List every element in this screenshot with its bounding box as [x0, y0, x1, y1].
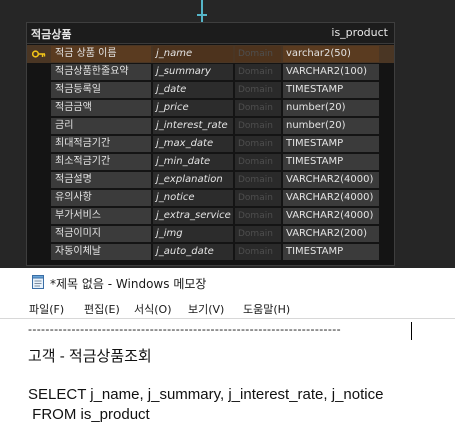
column-domain: Domain	[235, 82, 281, 98]
entity-row[interactable]: 자동이체날 j_auto_date Domain TIMESTAMP	[27, 243, 394, 261]
row-marker	[27, 190, 51, 206]
column-physical-name: j_name	[153, 46, 233, 62]
entity-row[interactable]: 부가서비스 j_extra_service Domain VARCHAR2(4000)	[27, 207, 394, 225]
column-logical-name: 적금이미지	[51, 226, 151, 242]
menu-help[interactable]: 도움말(H)	[243, 301, 290, 317]
entity-row[interactable]: 적금등록일 j_date Domain TIMESTAMP	[27, 81, 394, 99]
entity-row[interactable]: 유의사항 j_notice Domain VARCHAR2(4000)	[27, 189, 394, 207]
column-physical-name: j_auto_date	[153, 244, 233, 260]
column-physical-name: j_price	[153, 100, 233, 116]
column-data-type: number(20)	[283, 118, 379, 134]
notepad-title: *제목 없음 - Windows 메모장	[50, 277, 207, 291]
entity-is-product[interactable]: 적금상품 is_product 적금 상품 이름 j_name Domain varc…	[26, 22, 395, 266]
menu-format[interactable]: 서식(O)	[134, 301, 171, 317]
notepad-menubar: 파일(F) 편집(E) 서식(O) 보기(V) 도움말(H)	[0, 296, 455, 318]
entity-row[interactable]: 적금설명 j_explanation Domain VARCHAR2(4000)	[27, 171, 394, 189]
text-caret	[411, 322, 412, 340]
column-domain: Domain	[235, 244, 281, 260]
column-domain: Domain	[235, 118, 281, 134]
row-marker	[27, 100, 51, 116]
column-logical-name: 부가서비스	[51, 208, 151, 224]
column-domain: Domain	[235, 226, 281, 242]
row-marker	[27, 118, 51, 134]
notepad-window: *제목 없음 - Windows 메모장 파일(F) 편집(E) 서식(O) 보…	[0, 268, 455, 437]
column-logical-name: 적금 상품 이름	[51, 46, 151, 62]
notepad-icon	[32, 275, 44, 289]
column-physical-name: j_date	[153, 82, 233, 98]
menu-view[interactable]: 보기(V)	[188, 301, 224, 317]
column-domain: Domain	[235, 172, 281, 188]
row-marker	[27, 208, 51, 224]
column-domain: Domain	[235, 208, 281, 224]
relationship-line-marker	[197, 14, 207, 16]
entity-row[interactable]: 금리 j_interest_rate Domain number(20)	[27, 117, 394, 135]
notepad-text-area[interactable]: ----------------------------------------…	[0, 318, 455, 437]
column-domain: Domain	[235, 154, 281, 170]
column-physical-name: j_interest_rate	[153, 118, 233, 134]
column-physical-name: j_max_date	[153, 136, 233, 152]
erd-canvas: 적금상품 is_product 적금 상품 이름 j_name Domain varc…	[0, 0, 455, 268]
entity-row[interactable]: 최소적금기간 j_min_date Domain TIMESTAMP	[27, 153, 394, 171]
column-physical-name: j_extra_service	[153, 208, 233, 224]
column-domain: Domain	[235, 46, 281, 62]
menu-file[interactable]: 파일(F)	[29, 301, 64, 317]
row-marker	[27, 136, 51, 152]
column-physical-name: j_summary	[153, 64, 233, 80]
column-data-type: VARCHAR2(4000)	[283, 172, 379, 188]
column-data-type: TIMESTAMP	[283, 82, 379, 98]
column-domain: Domain	[235, 100, 281, 116]
column-data-type: VARCHAR2(4000)	[283, 190, 379, 206]
entity-row[interactable]: 적금금액 j_price Domain number(20)	[27, 99, 394, 117]
column-data-type: varchar2(50)	[283, 46, 379, 62]
entity-row[interactable]: 최대적금기간 j_max_date Domain TIMESTAMP	[27, 135, 394, 153]
row-marker	[27, 154, 51, 170]
column-domain: Domain	[235, 64, 281, 80]
column-data-type: VARCHAR2(100)	[283, 64, 379, 80]
menu-edit[interactable]: 편집(E)	[84, 301, 120, 317]
row-marker	[27, 244, 51, 260]
row-marker	[27, 226, 51, 242]
row-marker	[27, 64, 51, 80]
column-domain: Domain	[235, 190, 281, 206]
text-line-heading: 고객 - 적금상품조회	[28, 348, 152, 365]
entity-row-primary-key[interactable]: 적금 상품 이름 j_name Domain varchar2(50)	[27, 45, 394, 63]
entity-header[interactable]: 적금상품 is_product	[27, 23, 394, 44]
column-data-type: TIMESTAMP	[283, 244, 379, 260]
entity-row[interactable]: 적금상품한줄요약 j_summary Domain VARCHAR2(100)	[27, 63, 394, 81]
column-logical-name: 최대적금기간	[51, 136, 151, 152]
column-logical-name: 적금등록일	[51, 82, 151, 98]
text-line-sql-from: FROM is_product	[28, 406, 150, 423]
column-data-type: VARCHAR2(4000)	[283, 208, 379, 224]
column-physical-name: j_min_date	[153, 154, 233, 170]
column-logical-name: 금리	[51, 118, 151, 134]
column-logical-name: 자동이체날	[51, 244, 151, 260]
relationship-line[interactable]	[201, 0, 203, 22]
entity-logical-name: 적금상품	[31, 28, 72, 41]
column-logical-name: 최소적금기간	[51, 154, 151, 170]
entity-columns: 적금 상품 이름 j_name Domain varchar2(50) 적금상품한줄요약…	[27, 45, 394, 261]
column-data-type: number(20)	[283, 100, 379, 116]
text-line-separator: ----------------------------------------…	[28, 322, 341, 336]
column-physical-name: j_notice	[153, 190, 233, 206]
column-logical-name: 적금설명	[51, 172, 151, 188]
row-marker	[27, 172, 51, 188]
column-logical-name: 적금상품한줄요약	[51, 64, 151, 80]
text-line-sql-select: SELECT j_name, j_summary, j_interest_rat…	[28, 386, 384, 403]
key-icon	[27, 46, 51, 62]
column-logical-name: 적금금액	[51, 100, 151, 116]
row-marker	[27, 82, 51, 98]
entity-row[interactable]: 적금이미지 j_img Domain VARCHAR2(200)	[27, 225, 394, 243]
column-physical-name: j_img	[153, 226, 233, 242]
column-data-type: VARCHAR2(200)	[283, 226, 379, 242]
column-logical-name: 유의사항	[51, 190, 151, 206]
column-data-type: TIMESTAMP	[283, 154, 379, 170]
entity-physical-name: is_product	[331, 26, 388, 39]
column-data-type: TIMESTAMP	[283, 136, 379, 152]
column-domain: Domain	[235, 136, 281, 152]
notepad-titlebar[interactable]: *제목 없음 - Windows 메모장	[0, 268, 455, 296]
column-physical-name: j_explanation	[153, 172, 233, 188]
